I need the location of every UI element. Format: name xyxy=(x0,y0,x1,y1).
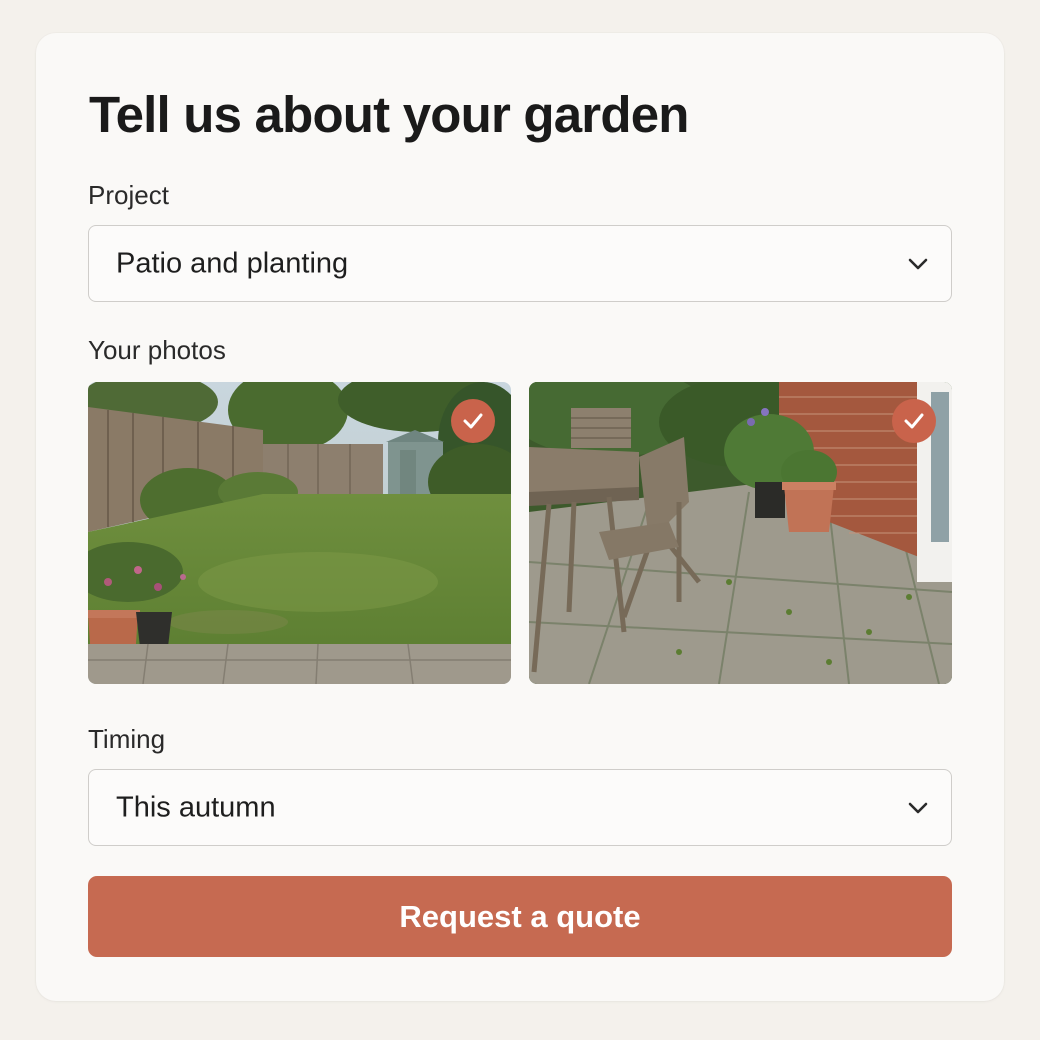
quote-form-card: Tell us about your garden Project Patio … xyxy=(36,33,1004,1001)
request-quote-button[interactable]: Request a quote xyxy=(88,876,952,957)
project-select[interactable]: Patio and planting xyxy=(88,225,952,302)
timing-select[interactable]: This autumn xyxy=(88,769,952,846)
page-title: Tell us about your garden xyxy=(89,86,689,143)
chevron-down-icon xyxy=(908,258,928,269)
project-label: Project xyxy=(88,180,169,210)
chevron-down-icon xyxy=(908,802,928,813)
photos-label: Your photos xyxy=(88,335,226,365)
timing-select-value: This autumn xyxy=(116,791,276,823)
photo-thumbnail-garden-lawn[interactable] xyxy=(88,382,511,684)
project-select-value: Patio and planting xyxy=(116,247,349,279)
checkmark-icon xyxy=(904,413,924,429)
garden-lawn-photo xyxy=(88,382,511,684)
photo-thumbnail-patio[interactable] xyxy=(529,382,952,684)
selected-check-badge xyxy=(451,399,495,443)
selected-check-badge xyxy=(892,399,936,443)
timing-label: Timing xyxy=(88,724,166,754)
checkmark-icon xyxy=(463,413,483,429)
patio-photo xyxy=(529,382,952,684)
